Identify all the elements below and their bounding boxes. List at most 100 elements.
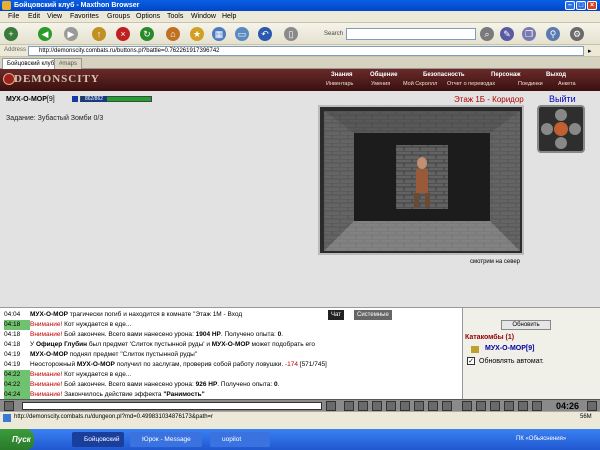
nav-battles[interactable]: Поединки [518, 81, 543, 87]
maximize-button[interactable]: □ [576, 1, 586, 10]
chat-text: Закончилось действие эффекта [62, 391, 164, 398]
refresh-icon[interactable]: ↻ [140, 27, 154, 41]
hp-bar: 862/862 [80, 96, 152, 102]
info-icon[interactable] [72, 96, 78, 102]
nav-inventory[interactable]: Инвентарь [326, 81, 353, 87]
task-fight-club[interactable]: Бойцовский клуб - M... [72, 432, 124, 447]
minimize-button[interactable]: – [565, 1, 575, 10]
nav-scroll[interactable]: Мой Скроллл [403, 81, 437, 87]
chat-line: 04:19 МУХ-О-МОР поднял предмет "Слиток п… [4, 350, 197, 360]
undo-icon[interactable]: ↶ [258, 27, 272, 41]
translit-icon[interactable] [414, 401, 424, 411]
lock-icon[interactable] [428, 401, 438, 411]
chat-mode-icon[interactable] [4, 401, 14, 411]
nav-knowledge[interactable]: Знания [331, 72, 353, 78]
address-input[interactable]: http://demonscity.combats.ru/buttons.pl?… [28, 46, 584, 56]
toolbar-icon-6[interactable] [532, 401, 542, 411]
nav-skills[interactable]: Умения [371, 81, 390, 87]
menu-edit[interactable]: Edit [28, 13, 40, 20]
menu-groups[interactable]: Groups [107, 13, 130, 20]
chat-text: МУХ-О-МОР [76, 361, 115, 368]
tab-system-messages[interactable]: Системные сообщения [354, 310, 392, 328]
forward-icon[interactable]: ▶ [64, 27, 78, 41]
pages-icon[interactable]: ❐ [522, 27, 536, 41]
filter-icon[interactable] [358, 401, 368, 411]
tab-chat[interactable]: Чат [328, 310, 344, 320]
search-input[interactable] [346, 28, 476, 40]
start-button[interactable]: Пуск [0, 429, 34, 450]
nav-character[interactable]: Персонаж [491, 72, 521, 78]
window-icon[interactable]: ▭ [235, 27, 249, 41]
chat-input[interactable] [22, 402, 322, 410]
app-icon [2, 1, 11, 10]
menu-favorites[interactable]: Favorites [70, 13, 99, 20]
nav-communication[interactable]: Общение [370, 72, 397, 78]
character-name[interactable]: МУХ-О-МОР[9] [6, 96, 55, 103]
go-icon[interactable]: ▸ [588, 47, 592, 55]
up-icon[interactable]: ↑ [92, 27, 106, 41]
close-button[interactable]: × [587, 1, 597, 10]
toolbar-icon-4[interactable] [504, 401, 514, 411]
nav-transfers[interactable]: Отчет о переводах [447, 81, 495, 87]
menu-file[interactable]: File [8, 13, 19, 20]
toolbar-icon-2[interactable] [476, 401, 486, 411]
window-title: Бойцовский клуб - Maxthon Browser [14, 2, 140, 9]
title-bar: Бойцовский клуб - Maxthon Browser – □ × [0, 0, 600, 11]
chat-time: 04:04 [4, 311, 21, 318]
tab-maps[interactable]: #maps [54, 58, 83, 69]
quest-text: Задание: Зубастый Зомби 0/3 [6, 115, 104, 122]
arrow-right-icon[interactable] [569, 123, 581, 135]
toolbar-icon-5[interactable] [518, 401, 528, 411]
chat-time: 04:18 [4, 320, 30, 330]
arrow-down-icon[interactable] [555, 137, 567, 149]
back-icon[interactable]: ◀ [38, 27, 52, 41]
address-bar: Address http://demonscity.combats.ru/but… [0, 45, 600, 57]
auto-refresh-label: Обновлять автомат. [479, 358, 544, 365]
smiley-icon[interactable] [344, 401, 354, 411]
nav-exit[interactable]: Выход [546, 72, 566, 78]
arrow-up-icon[interactable] [555, 109, 567, 121]
task-uopilot[interactable]: uopilot [210, 432, 270, 447]
sound-icon[interactable] [400, 401, 410, 411]
auto-refresh-checkbox[interactable]: ✓ [467, 357, 475, 365]
toolbar-icon-1[interactable] [462, 401, 472, 411]
magnifier-icon[interactable]: ⚲ [546, 27, 560, 41]
nav-security[interactable]: Безопасность [423, 72, 465, 78]
highlight-icon[interactable]: ✎ [500, 27, 514, 41]
tray-text: ПК «Обьяснения» [516, 436, 567, 442]
navigation-compass [537, 105, 585, 153]
home-icon[interactable]: ⌂ [166, 27, 180, 41]
menu-options[interactable]: Options [136, 13, 160, 20]
stop-icon[interactable]: × [116, 27, 130, 41]
arrow-left-icon[interactable] [541, 123, 553, 135]
favorites-icon[interactable]: ★ [190, 27, 204, 41]
toolbar-icon-3[interactable] [490, 401, 500, 411]
clear-icon[interactable] [372, 401, 382, 411]
chat-text: Внимание! [30, 381, 63, 388]
options-icon[interactable] [386, 401, 396, 411]
menu-help[interactable]: Help [222, 13, 236, 20]
task-message[interactable]: Юрок - Message [130, 432, 202, 447]
menu-window[interactable]: Window [191, 13, 216, 20]
tools-icon[interactable]: ⚙ [570, 27, 584, 41]
help-icon[interactable] [442, 401, 452, 411]
refresh-button[interactable]: Обновить [501, 320, 551, 330]
dungeon-view[interactable] [318, 105, 524, 255]
new-tab-icon[interactable]: + [4, 27, 18, 41]
tab-fight-club[interactable]: Бойцовский клуб [2, 58, 60, 69]
page-icon[interactable]: ▯ [284, 27, 298, 41]
group-member[interactable]: МУХ-О-МОР[9] [485, 345, 534, 352]
exit-link[interactable]: Выйти [549, 94, 576, 104]
chat-text: Бой закончен. Всего вами нанесено урона: [62, 331, 196, 338]
search-go-icon[interactable]: ⌕ [480, 27, 494, 41]
exit-door-icon[interactable] [587, 401, 597, 411]
chat-text: Внимание! [30, 331, 63, 338]
menu-view[interactable]: View [47, 13, 62, 20]
groups-icon[interactable]: ▦ [212, 27, 226, 41]
send-icon[interactable] [326, 401, 336, 411]
compass-center-icon[interactable] [554, 122, 568, 136]
chat-time: 04:18 [4, 331, 21, 338]
menu-tools[interactable]: Tools [167, 13, 183, 20]
nav-profile[interactable]: Анкета [558, 81, 576, 87]
location-name: Этаж 1Б - Коридор [454, 95, 524, 104]
